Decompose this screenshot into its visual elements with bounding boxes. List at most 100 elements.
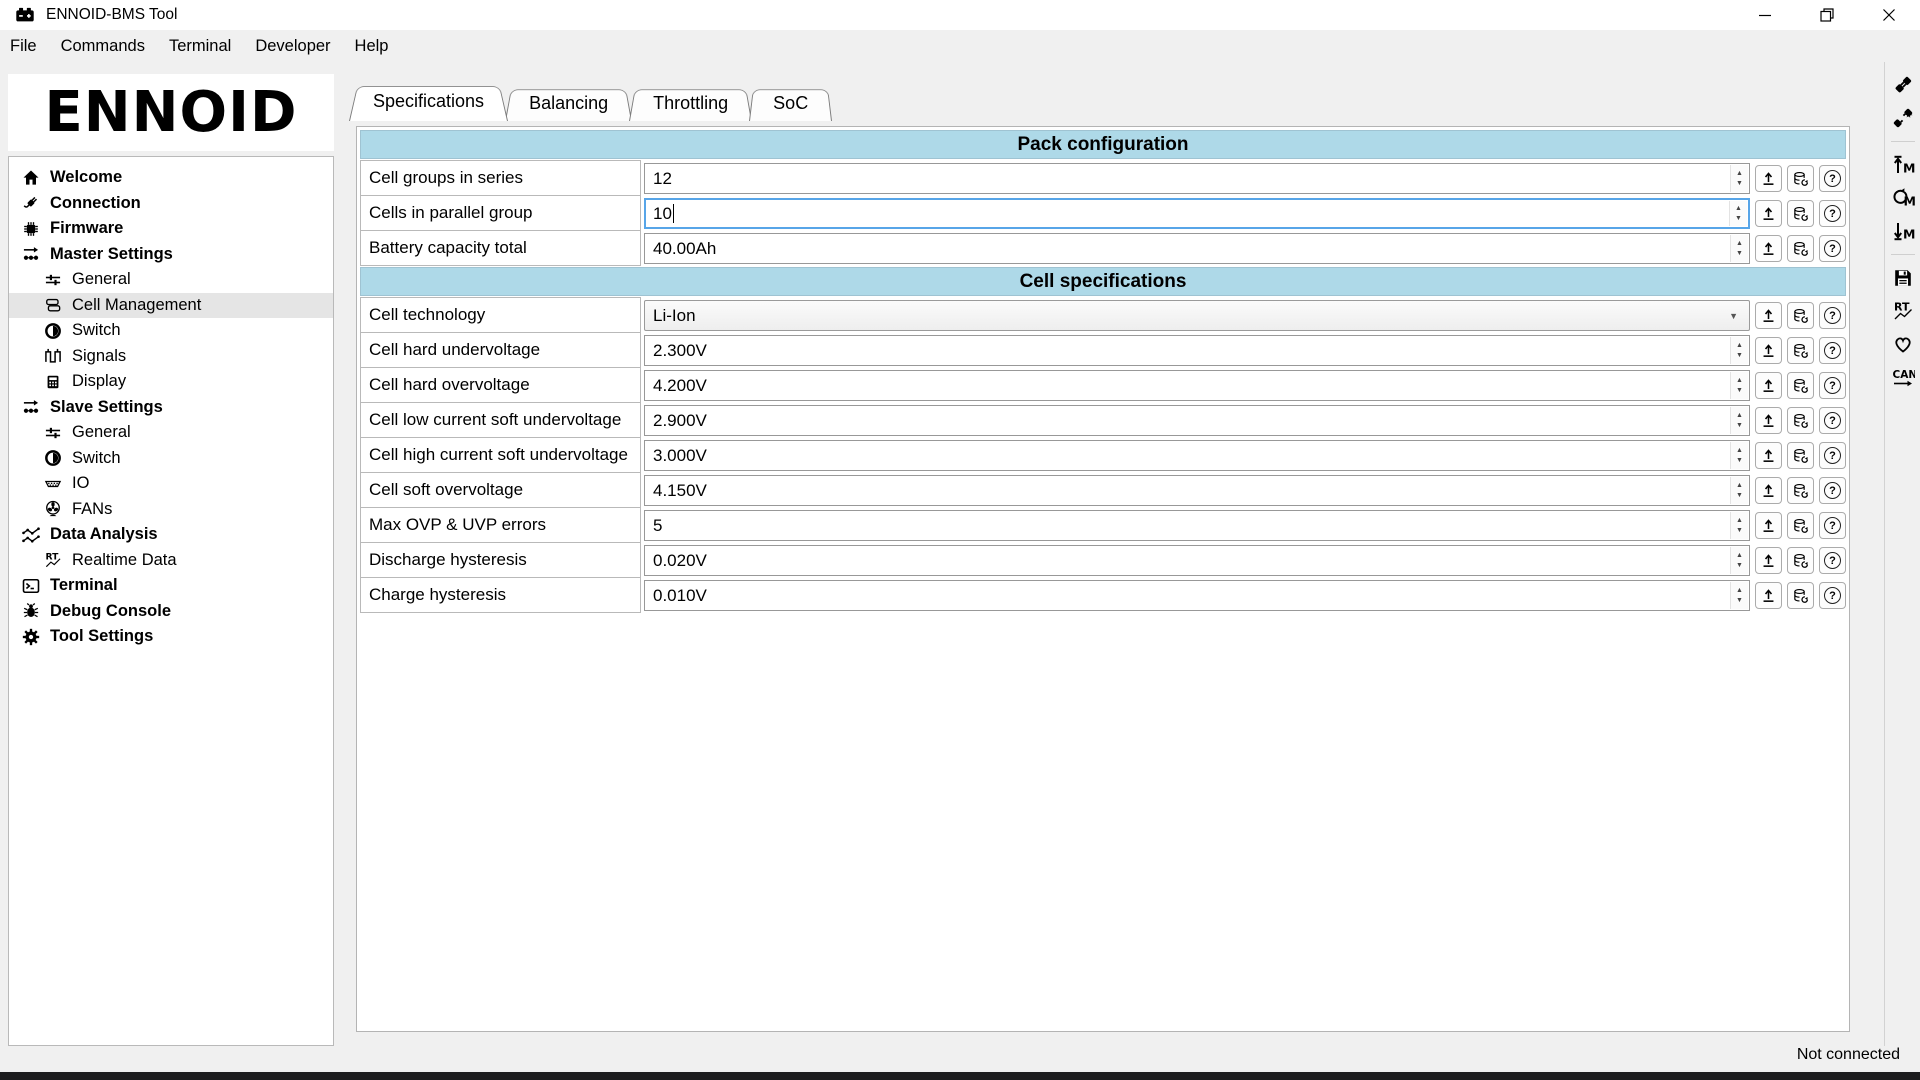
cell-soft-overvoltage-input[interactable]: 4.150V ▲ ▼ (644, 475, 1750, 506)
realtime-data-button[interactable] (1890, 298, 1916, 324)
help-button[interactable]: ? (1819, 200, 1846, 227)
menu-file[interactable]: File (0, 30, 49, 63)
read-value-button[interactable] (1787, 512, 1814, 539)
write-value-button[interactable] (1755, 372, 1782, 399)
read-value-button[interactable] (1787, 302, 1814, 329)
spin-down-button[interactable]: ▼ (1736, 562, 1743, 569)
read-value-button[interactable] (1787, 165, 1814, 192)
write-value-button[interactable] (1755, 512, 1782, 539)
read-value-button[interactable] (1787, 442, 1814, 469)
sidebar-item-terminal[interactable]: Terminal (9, 573, 333, 599)
help-button[interactable]: ? (1819, 235, 1846, 262)
sidebar-item-master-switch[interactable]: Switch (9, 318, 333, 344)
help-button[interactable]: ? (1819, 582, 1846, 609)
sidebar-item-slave-general[interactable]: General (9, 420, 333, 446)
read-value-button[interactable] (1787, 372, 1814, 399)
cell-low-current-soft-undervoltage-input[interactable]: 2.900V ▲ ▼ (644, 405, 1750, 436)
help-button[interactable]: ? (1819, 302, 1846, 329)
write-value-button[interactable] (1755, 337, 1782, 364)
cell-technology-select[interactable]: Li-Ion ▼ (644, 300, 1750, 331)
discharge-hysteresis-input[interactable]: 0.020V ▲ ▼ (644, 545, 1750, 576)
tab-balancing[interactable]: Balancing (505, 86, 632, 121)
battery-capacity-total-input[interactable]: 40.00Ah ▲ ▼ (644, 233, 1750, 264)
spin-down-button[interactable]: ▼ (1735, 215, 1742, 222)
write-value-button[interactable] (1755, 582, 1782, 609)
write-value-button[interactable] (1755, 235, 1782, 262)
spin-down-button[interactable]: ▼ (1736, 352, 1743, 359)
spin-down-button[interactable]: ▼ (1736, 387, 1743, 394)
spin-up-button[interactable]: ▲ (1736, 240, 1743, 247)
read-value-button[interactable] (1787, 547, 1814, 574)
restore-button[interactable] (1796, 0, 1858, 30)
menu-commands[interactable]: Commands (49, 30, 157, 63)
write-value-button[interactable] (1755, 200, 1782, 227)
sidebar-item-io[interactable]: IO (9, 471, 333, 497)
max-ovp-uvp-errors-input[interactable]: 5 ▲ ▼ (644, 510, 1750, 541)
spin-up-button[interactable]: ▲ (1736, 170, 1743, 177)
sidebar-item-welcome[interactable]: Welcome (9, 165, 333, 191)
read-value-button[interactable] (1787, 235, 1814, 262)
cell-hard-overvoltage-input[interactable]: 4.200V ▲ ▼ (644, 370, 1750, 401)
spin-down-button[interactable]: ▼ (1736, 422, 1743, 429)
reload-config-button[interactable] (1890, 185, 1916, 211)
spin-down-button[interactable]: ▼ (1736, 527, 1743, 534)
spin-up-button[interactable]: ▲ (1736, 517, 1743, 524)
read-config-button[interactable] (1890, 218, 1916, 244)
spin-up-button[interactable]: ▲ (1736, 412, 1743, 419)
sidebar-item-fans[interactable]: FANs (9, 497, 333, 523)
spin-up-button[interactable]: ▲ (1735, 205, 1742, 212)
spin-up-button[interactable]: ▲ (1736, 552, 1743, 559)
spin-down-button[interactable]: ▼ (1736, 597, 1743, 604)
spin-down-button[interactable]: ▼ (1736, 250, 1743, 257)
cell-groups-in-series-input[interactable]: 12 ▲ ▼ (644, 163, 1750, 194)
can-forward-button[interactable] (1890, 364, 1916, 390)
save-config-button[interactable] (1890, 265, 1916, 291)
menu-developer[interactable]: Developer (243, 30, 342, 63)
write-config-button[interactable] (1890, 152, 1916, 178)
help-button[interactable]: ? (1819, 407, 1846, 434)
favorite-button[interactable] (1890, 331, 1916, 357)
sidebar-item-slave-switch[interactable]: Switch (9, 446, 333, 472)
cells-in-parallel-group-input[interactable]: 10 ▲ ▼ (644, 198, 1750, 229)
help-button[interactable]: ? (1819, 547, 1846, 574)
read-value-button[interactable] (1787, 582, 1814, 609)
spin-up-button[interactable]: ▲ (1736, 587, 1743, 594)
read-value-button[interactable] (1787, 337, 1814, 364)
cell-hard-undervoltage-input[interactable]: 2.300V ▲ ▼ (644, 335, 1750, 366)
sidebar-item-signals[interactable]: Signals (9, 344, 333, 370)
sidebar-item-debug-console[interactable]: Debug Console (9, 599, 333, 625)
help-button[interactable]: ? (1819, 477, 1846, 504)
minimize-button[interactable] (1734, 0, 1796, 30)
sidebar-item-firmware[interactable]: Firmware (9, 216, 333, 242)
read-value-button[interactable] (1787, 407, 1814, 434)
sidebar-item-realtime-data[interactable]: Realtime Data (9, 548, 333, 574)
cell-high-current-soft-undervoltage-input[interactable]: 3.000V ▲ ▼ (644, 440, 1750, 471)
sidebar-item-display[interactable]: Display (9, 369, 333, 395)
spin-down-button[interactable]: ▼ (1736, 457, 1743, 464)
sidebar-item-master-settings[interactable]: Master Settings (9, 242, 333, 268)
write-value-button[interactable] (1755, 477, 1782, 504)
sidebar-item-tool-settings[interactable]: Tool Settings (9, 624, 333, 650)
spin-up-button[interactable]: ▲ (1736, 482, 1743, 489)
spin-up-button[interactable]: ▲ (1736, 447, 1743, 454)
write-value-button[interactable] (1755, 407, 1782, 434)
disconnect-button[interactable] (1890, 105, 1916, 131)
write-value-button[interactable] (1755, 165, 1782, 192)
spin-down-button[interactable]: ▼ (1736, 492, 1743, 499)
close-button[interactable] (1858, 0, 1920, 30)
help-button[interactable]: ? (1819, 442, 1846, 469)
sidebar-item-slave-settings[interactable]: Slave Settings (9, 395, 333, 421)
help-button[interactable]: ? (1819, 165, 1846, 192)
help-button[interactable]: ? (1819, 337, 1846, 364)
write-value-button[interactable] (1755, 547, 1782, 574)
sidebar-item-cell-management[interactable]: Cell Management (9, 293, 333, 319)
spin-up-button[interactable]: ▲ (1736, 342, 1743, 349)
write-value-button[interactable] (1755, 302, 1782, 329)
spin-down-button[interactable]: ▼ (1736, 180, 1743, 187)
spin-up-button[interactable]: ▲ (1736, 377, 1743, 384)
menu-help[interactable]: Help (343, 30, 401, 63)
tab-specifications[interactable]: Specifications (349, 82, 508, 121)
help-button[interactable]: ? (1819, 512, 1846, 539)
menu-terminal[interactable]: Terminal (157, 30, 243, 63)
write-value-button[interactable] (1755, 442, 1782, 469)
